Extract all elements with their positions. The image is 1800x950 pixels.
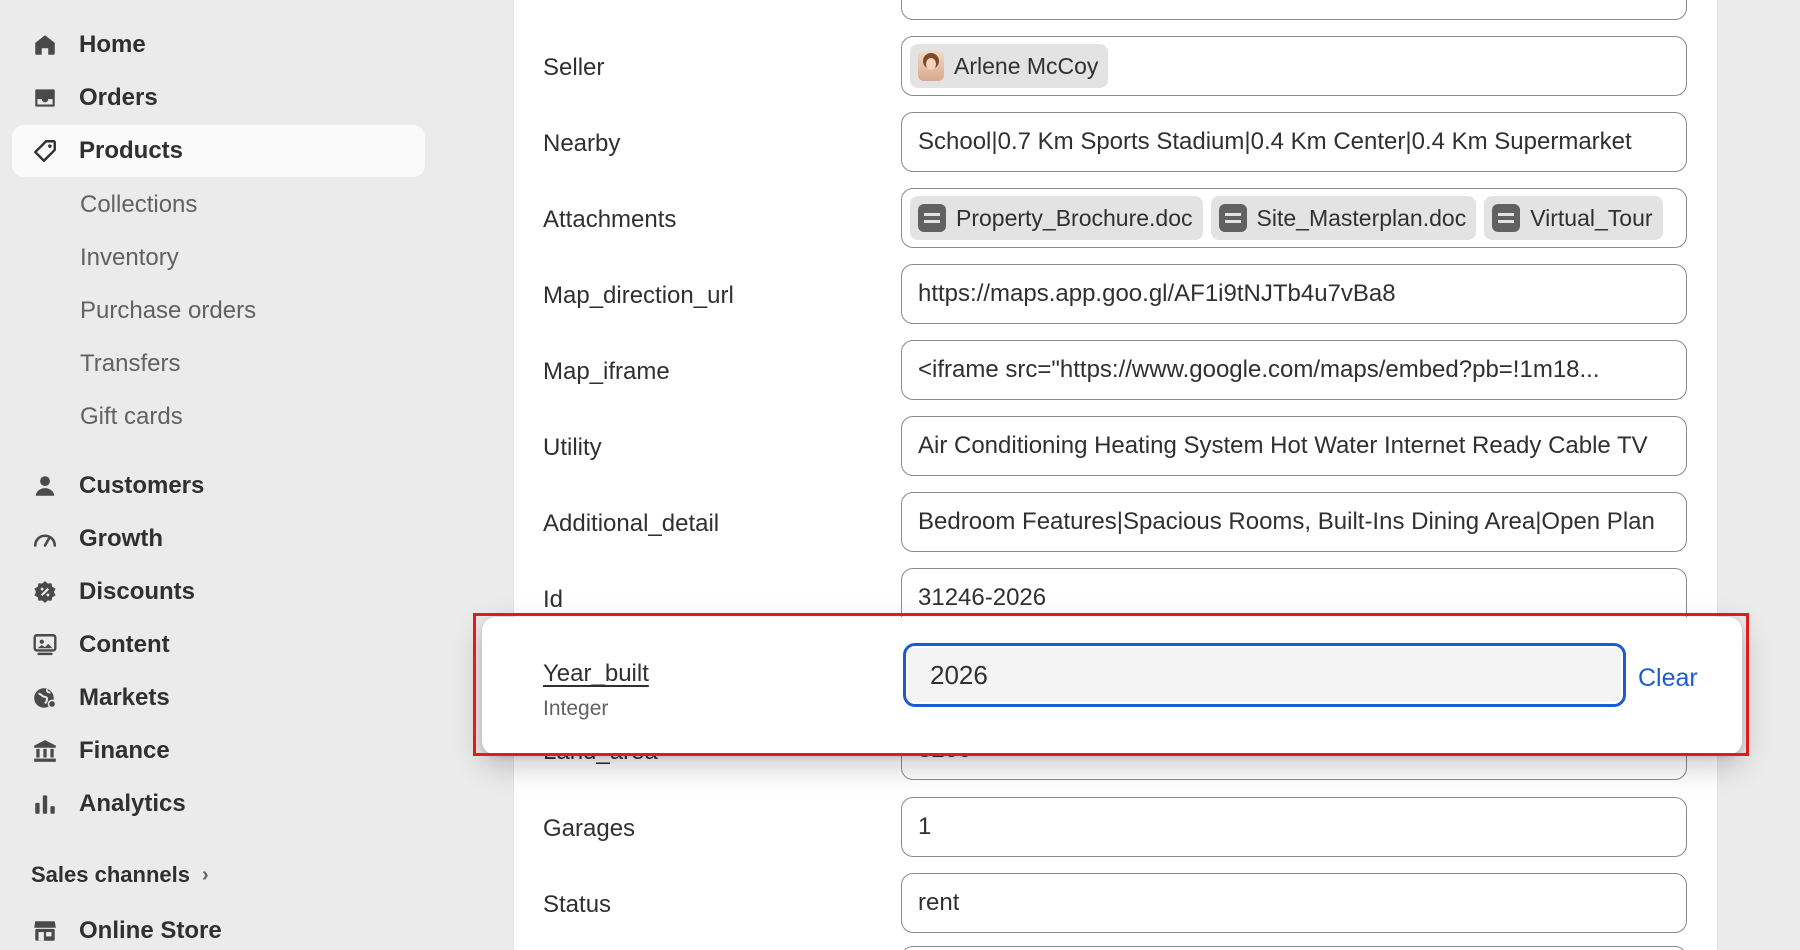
nav-markets[interactable]: Markets [12, 672, 425, 724]
nav-content[interactable]: Content [12, 619, 425, 671]
garages-value: 1 [918, 813, 932, 840]
nav-online-store-label: Online Store [79, 917, 222, 944]
map-direction-url-field[interactable]: https://maps.app.goo.gl/AF1i9tNJTb4u7vBa… [901, 264, 1687, 324]
nav-content-label: Content [79, 631, 170, 658]
nav-analytics[interactable]: Analytics [12, 778, 425, 830]
nav-finance-label: Finance [79, 737, 170, 764]
map-direction-url-value: https://maps.app.goo.gl/AF1i9tNJTb4u7vBa… [918, 280, 1396, 307]
document-icon [918, 204, 946, 232]
nearby-label: Nearby [543, 130, 621, 157]
nav-growth[interactable]: Growth [12, 513, 425, 565]
status-label: Status [543, 891, 612, 918]
nav-discounts-label: Discounts [79, 578, 196, 605]
nav-purchase-orders[interactable]: Purchase orders [80, 297, 256, 325]
nearby-field[interactable]: School|0.7 Km Sports Stadium|0.4 Km Cent… [901, 112, 1687, 172]
home-icon [32, 32, 58, 58]
id-label: Id [543, 586, 564, 613]
inbox-icon [32, 85, 58, 111]
seller-chip[interactable]: Arlene McCoy [910, 44, 1109, 88]
nav-customers-label: Customers [79, 472, 205, 499]
attachment-chip[interactable]: Virtual_Tour [1484, 196, 1663, 240]
nav-gift-cards[interactable]: Gift cards [80, 403, 183, 431]
utility-label: Utility [543, 434, 602, 461]
additional-detail-field[interactable]: Bedroom Features|Spacious Rooms, Built-I… [901, 492, 1687, 552]
avatar [918, 51, 944, 81]
sales-channels-header[interactable]: Sales channels › [31, 862, 209, 888]
seller-name: Arlene McCoy [954, 52, 1099, 79]
storefront-icon [32, 918, 58, 944]
nav-markets-label: Markets [79, 684, 170, 711]
attachment-name: Virtual_Tour [1530, 204, 1653, 231]
map-direction-url-label: Map_direction_url [543, 282, 734, 309]
attachments-field[interactable]: Property_Brochure.doc Site_Masterplan.do… [901, 188, 1687, 248]
image-icon [32, 632, 58, 658]
gauge-icon [32, 526, 58, 552]
discount-badge-icon [32, 579, 58, 605]
attachment-chip[interactable]: Site_Masterplan.doc [1210, 196, 1477, 240]
status-value: rent [918, 889, 960, 916]
attachment-name: Site_Masterplan.doc [1256, 204, 1467, 231]
nav-discounts[interactable]: Discounts [12, 566, 425, 618]
additional-detail-value: Bedroom Features|Spacious Rooms, Built-I… [918, 508, 1655, 535]
nav-orders-label: Orders [79, 84, 158, 111]
nav-home-label: Home [79, 31, 146, 58]
utility-value: Air Conditioning Heating System Hot Wate… [918, 432, 1648, 459]
seller-label: Seller [543, 54, 605, 81]
attachments-label: Attachments [543, 206, 677, 233]
nav-orders[interactable]: Orders [12, 72, 425, 124]
utility-field[interactable]: Air Conditioning Heating System Hot Wate… [901, 416, 1687, 476]
nav-collections[interactable]: Collections [80, 191, 197, 219]
sidebar-nav: Home Orders Products Collections Invento… [0, 0, 448, 950]
document-icon [1218, 204, 1247, 232]
map-iframe-label: Map_iframe [543, 358, 670, 385]
garages-label: Garages [543, 815, 636, 842]
attachment-name: Property_Brochure.doc [956, 204, 1193, 231]
globe-icon [32, 685, 58, 711]
attachment-chip[interactable]: Property_Brochure.doc [910, 196, 1203, 240]
nav-growth-label: Growth [79, 525, 163, 552]
person-icon [32, 473, 58, 499]
map-iframe-value: <iframe src="https://www.google.com/maps… [918, 356, 1600, 383]
nav-transfers[interactable]: Transfers [80, 350, 180, 378]
nav-analytics-label: Analytics [79, 790, 186, 817]
document-icon [1492, 204, 1521, 232]
field-bottom-cutoff[interactable] [901, 946, 1687, 950]
map-iframe-field[interactable]: <iframe src="https://www.google.com/maps… [901, 340, 1687, 400]
nav-finance[interactable]: Finance [12, 725, 425, 777]
nav-online-store[interactable]: Online Store [12, 905, 425, 950]
tag-icon [32, 138, 58, 164]
additional-detail-label: Additional_detail [543, 510, 720, 537]
bank-icon [32, 738, 58, 764]
garages-field[interactable]: 1 [901, 797, 1687, 857]
field-top-cutoff[interactable] [901, 0, 1687, 20]
nav-inventory[interactable]: Inventory [80, 244, 179, 272]
nav-customers[interactable]: Customers [12, 460, 425, 512]
nav-products-label: Products [79, 137, 184, 164]
nearby-value: School|0.7 Km Sports Stadium|0.4 Km Cent… [918, 128, 1632, 155]
nav-products[interactable]: Products [12, 125, 425, 177]
highlight-box [473, 613, 1749, 756]
chevron-right-icon: › [201, 863, 209, 886]
nav-home[interactable]: Home [12, 19, 425, 71]
status-field[interactable]: rent [901, 873, 1687, 933]
id-value: 31246-2026 [918, 584, 1047, 611]
seller-field[interactable]: Arlene McCoy [901, 36, 1687, 96]
bar-chart-icon [32, 791, 58, 817]
sales-channels-label: Sales channels [31, 862, 190, 887]
